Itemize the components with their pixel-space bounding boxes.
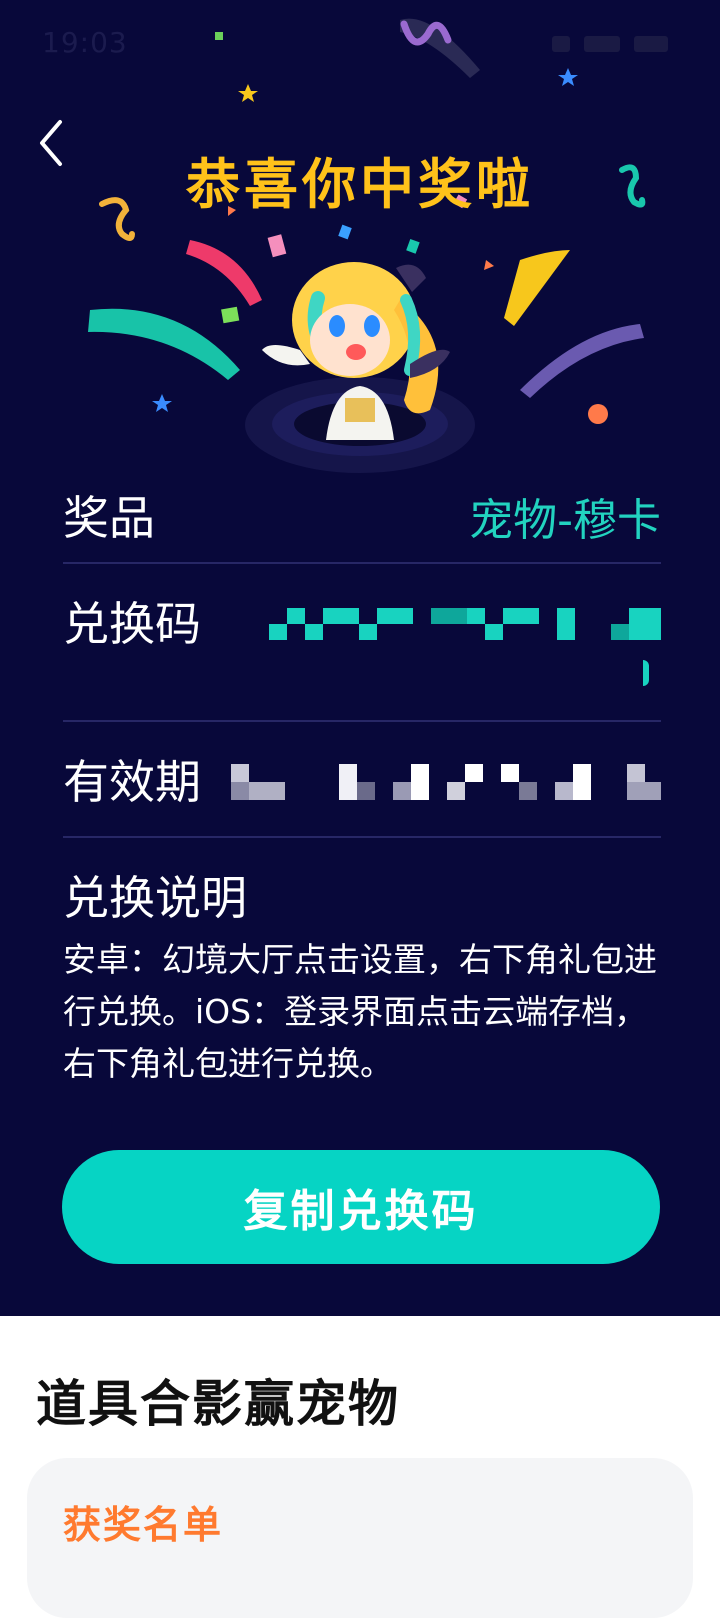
confetti-bit — [338, 224, 352, 240]
confetti-bit — [221, 306, 240, 324]
star-icon — [152, 394, 172, 412]
star-icon — [238, 84, 258, 102]
status-time: 19:03 — [42, 26, 128, 59]
validity-label: 有效期 — [63, 755, 201, 809]
prize-row: 奖品 宠物-穆卡 — [63, 480, 661, 564]
wifi-icon — [584, 36, 620, 52]
confetti-streak — [520, 324, 644, 398]
code-label: 兑换码 — [63, 597, 201, 651]
confetti-bit — [406, 238, 420, 254]
congrats-title: 恭喜你中奖啦 — [186, 153, 534, 216]
validity-value-redacted — [231, 764, 661, 800]
confetti-bit — [267, 234, 287, 258]
validity-row: 有效期 — [63, 720, 661, 838]
mascot-face — [310, 304, 390, 376]
photo-event-section: 道具合影赢宠物 获奖名单 — [0, 1316, 720, 1618]
winners-title: 获奖名单 — [63, 1503, 224, 1547]
winners-card[interactable]: 获奖名单 — [27, 1458, 693, 1618]
section-title: 道具合影赢宠物 — [36, 1375, 400, 1433]
confetti-bit — [484, 260, 494, 270]
instructions-title: 兑换说明 — [63, 871, 247, 925]
status-bar: 19:03 — [0, 0, 720, 80]
prize-value: 宠物-穆卡 — [469, 495, 661, 546]
battery-icon — [634, 36, 668, 52]
confetti-streak — [88, 308, 240, 380]
copy-code-button[interactable]: 复制兑换码 — [62, 1150, 660, 1264]
instructions-body: 安卓：幻境大厅点击设置，右下角礼包进行兑换。iOS：登录界面点击云端存档，右下角… — [63, 940, 657, 1083]
confetti-dot — [588, 404, 608, 424]
confetti-streak — [186, 240, 262, 306]
prize-panel: 19:03 恭喜你中奖啦 奖品 宠物-穆卡 兑换码 有效期 兑换说明 安卓：幻境… — [0, 0, 720, 1316]
confetti-streak — [504, 250, 570, 326]
signal-icon — [552, 36, 570, 52]
status-icons — [552, 36, 668, 52]
prize-label: 奖品 — [63, 491, 155, 545]
code-row: 兑换码 — [63, 562, 661, 722]
code-value-redacted — [269, 608, 661, 688]
